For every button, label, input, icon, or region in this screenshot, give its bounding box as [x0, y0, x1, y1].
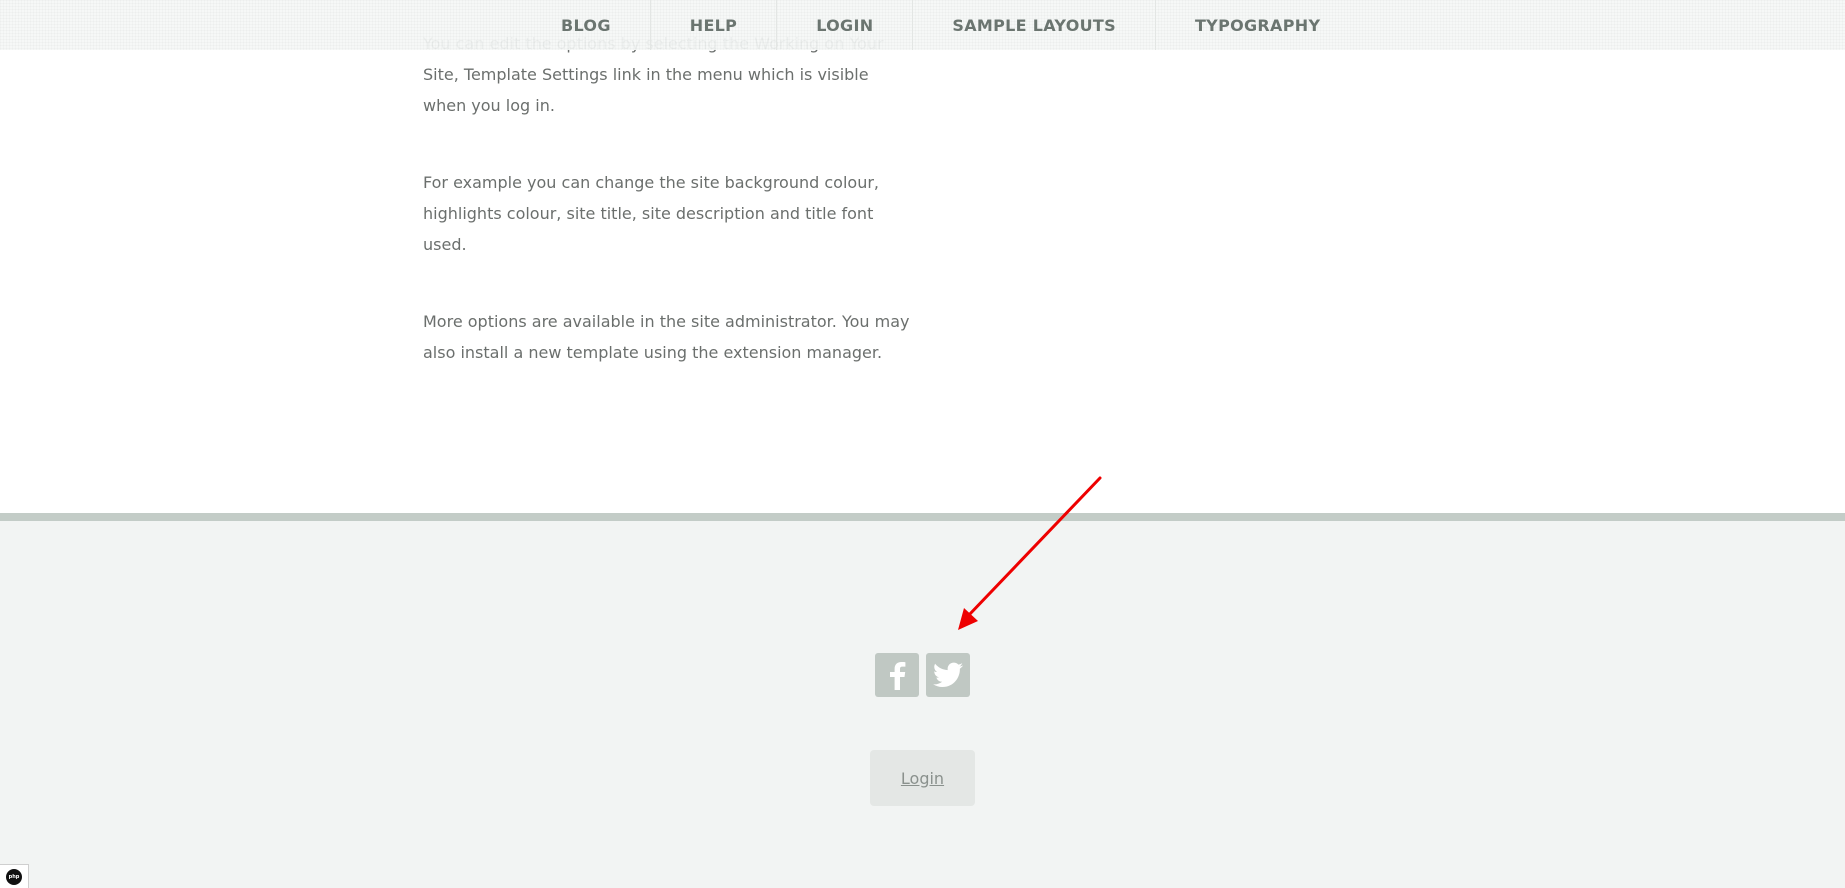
nav-menu: BLOG HELP LOGIN SAMPLE LAYOUTS TYPOGRAPH…	[522, 0, 1359, 50]
nav-item-blog[interactable]: BLOG	[522, 0, 651, 50]
nav-item-label: LOGIN	[816, 16, 874, 35]
facebook-button[interactable]	[875, 653, 919, 697]
nav-item-login[interactable]: LOGIN	[777, 0, 914, 50]
nav-item-label: SAMPLE LAYOUTS	[952, 16, 1116, 35]
php-icon: php	[6, 868, 22, 885]
nav-item-label: HELP	[689, 16, 738, 35]
footer: Login	[0, 513, 1845, 888]
footer-login-button[interactable]: Login	[870, 750, 975, 806]
php-debug-badge[interactable]: php	[0, 864, 29, 888]
article-content: You can edit the options by selecting th…	[423, 28, 913, 414]
facebook-icon	[890, 662, 906, 690]
twitter-icon	[933, 662, 963, 687]
top-navigation: BLOG HELP LOGIN SAMPLE LAYOUTS TYPOGRAPH…	[0, 0, 1845, 50]
nav-item-help[interactable]: HELP	[651, 0, 778, 50]
nav-item-typography[interactable]: TYPOGRAPHY	[1156, 0, 1359, 50]
nav-item-label: TYPOGRAPHY	[1194, 16, 1321, 35]
article-paragraph: For example you can change the site back…	[423, 173, 879, 254]
page: BLOG HELP LOGIN SAMPLE LAYOUTS TYPOGRAPH…	[0, 0, 1845, 888]
article-paragraph: More options are available in the site a…	[423, 312, 910, 362]
social-links	[875, 653, 970, 697]
twitter-button[interactable]	[926, 653, 970, 697]
nav-item-label: BLOG	[561, 16, 611, 35]
footer-login-link[interactable]: Login	[901, 769, 944, 788]
nav-item-sample-layouts[interactable]: SAMPLE LAYOUTS	[913, 0, 1156, 50]
